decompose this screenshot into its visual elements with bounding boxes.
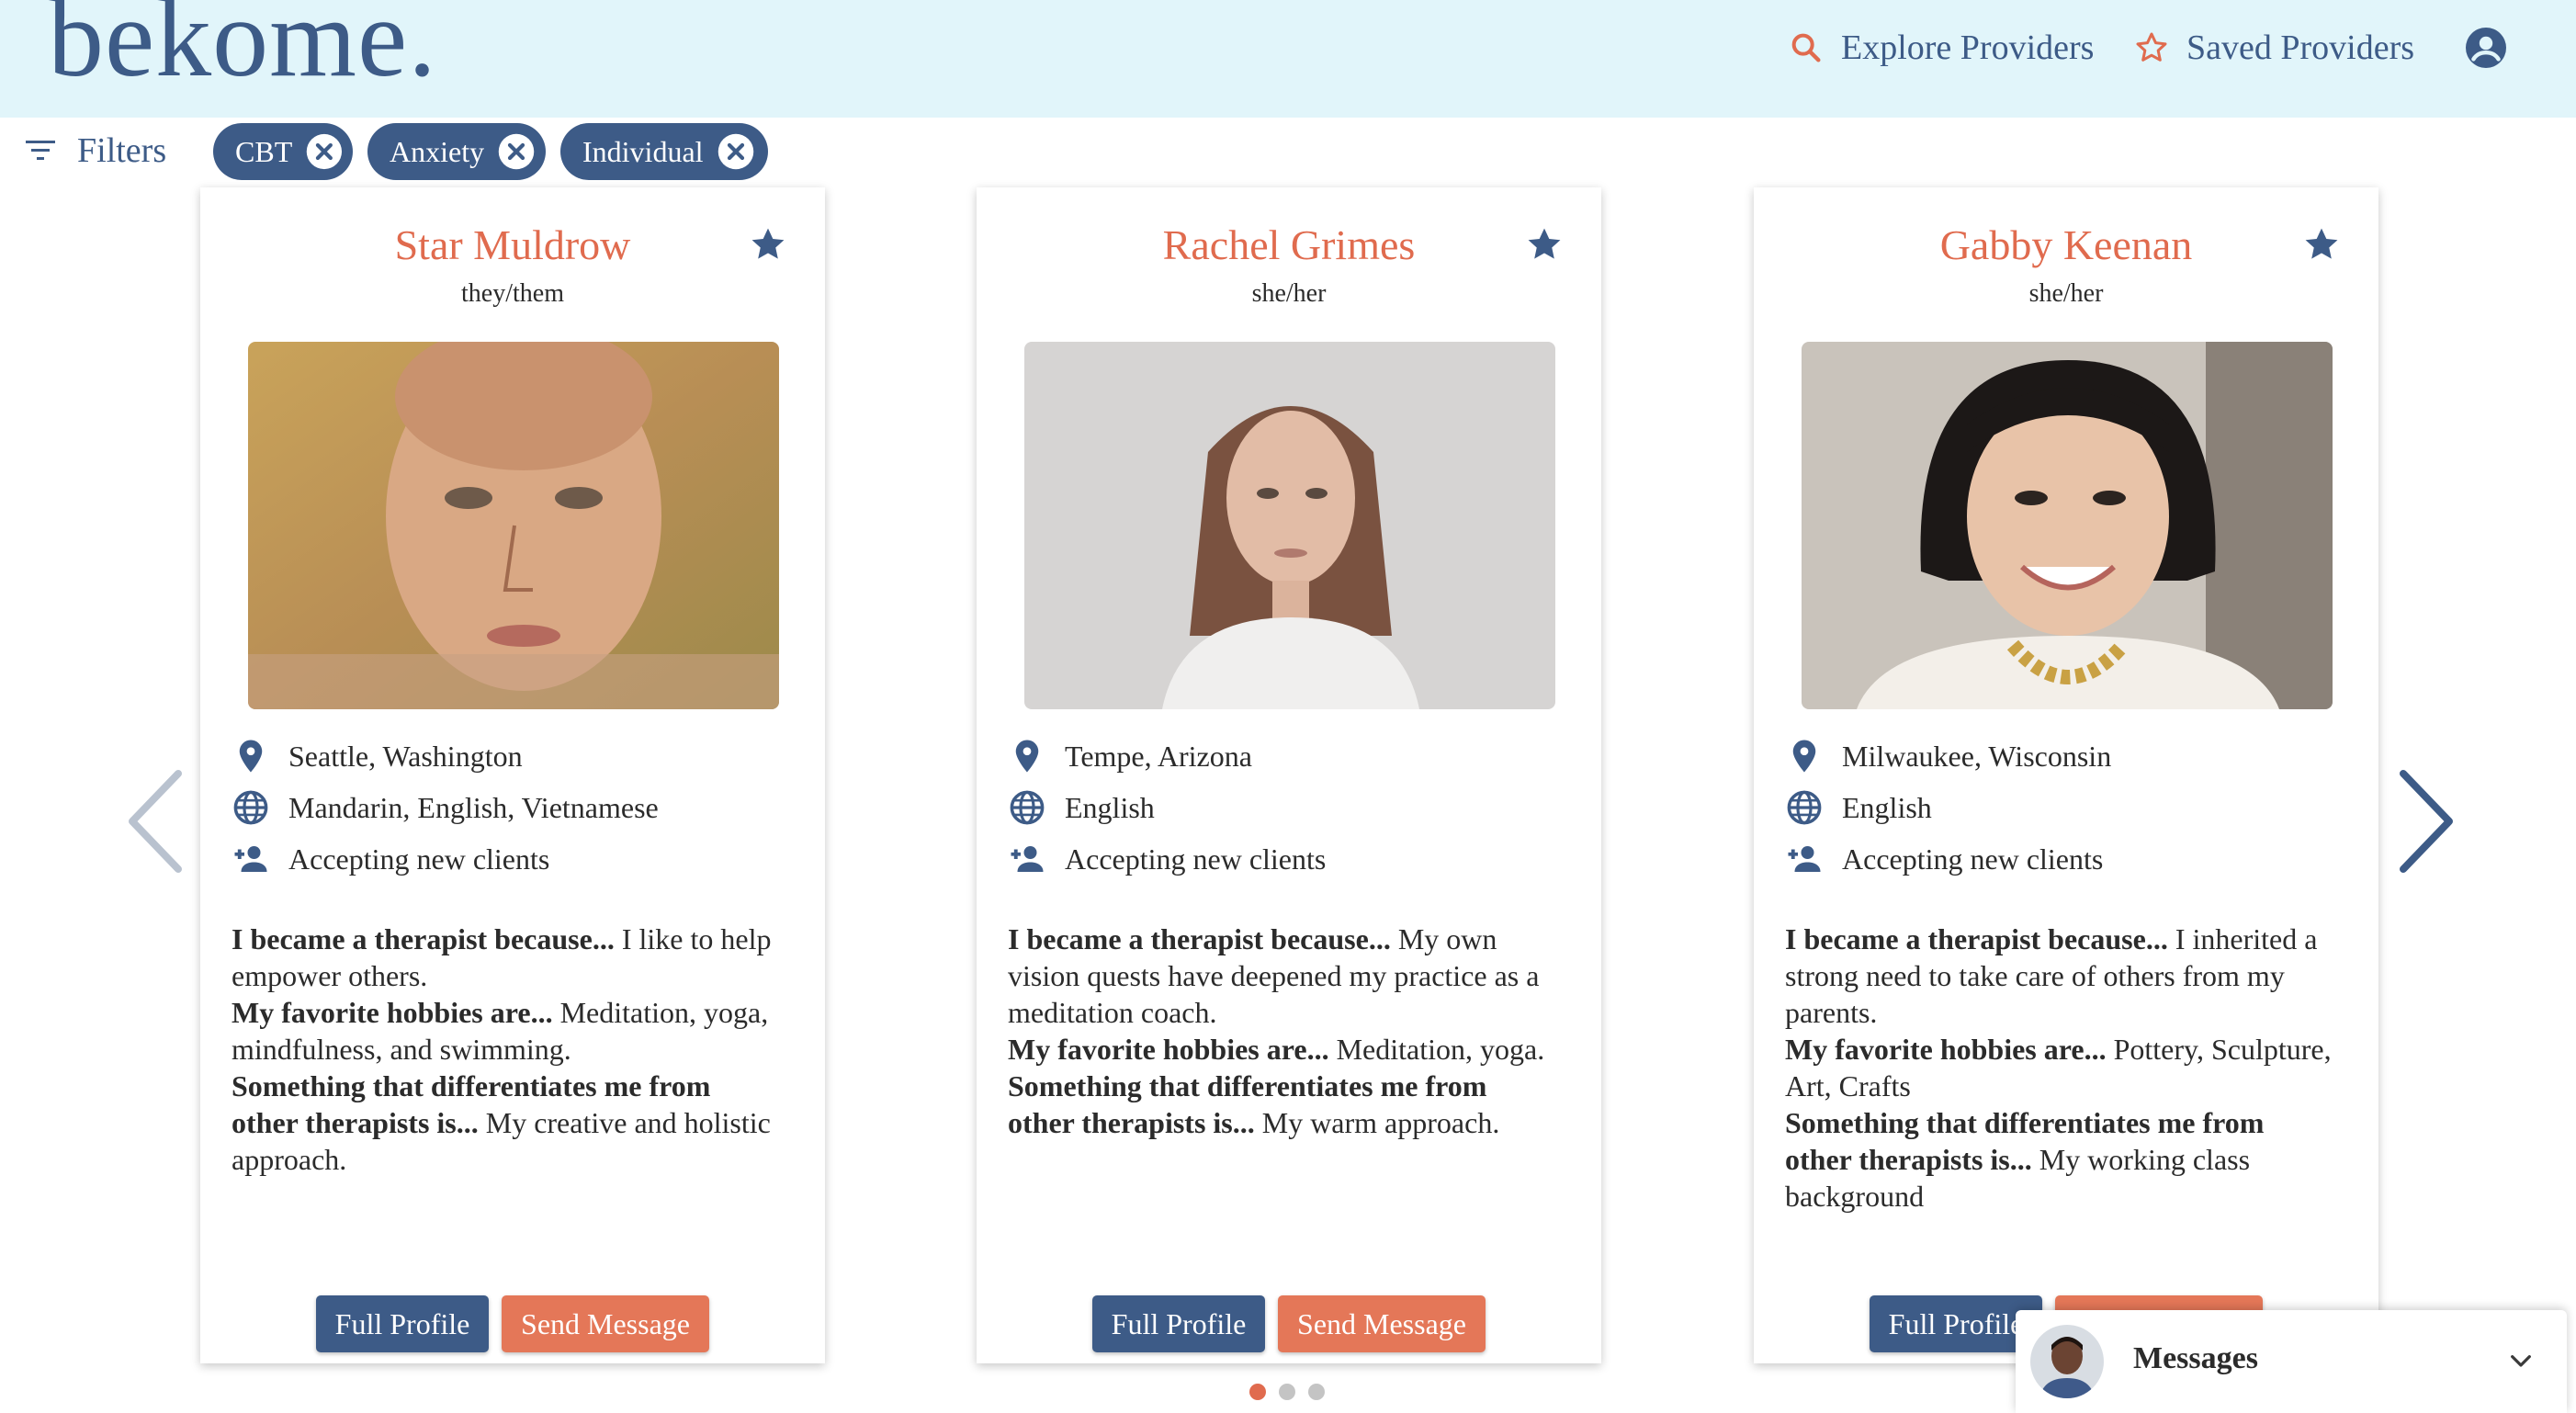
remove-chip-icon[interactable] xyxy=(497,132,536,171)
chip-label: Anxiety xyxy=(390,134,485,168)
avatar xyxy=(2030,1325,2104,1398)
accepting-row: Accepting new clients xyxy=(1785,840,2103,878)
provider-photo xyxy=(1802,342,2333,709)
logo[interactable]: bekome. xyxy=(48,0,437,103)
provider-photo xyxy=(248,342,779,709)
remove-chip-icon[interactable] xyxy=(717,132,755,171)
accepting-text: Accepting new clients xyxy=(288,842,550,876)
globe-icon xyxy=(1010,790,1045,825)
remove-chip-icon[interactable] xyxy=(305,132,344,171)
filter-bar: Filters CBT Anxiety Individual xyxy=(0,118,2576,186)
languages-row: Mandarin, English, Vietnamese xyxy=(232,788,659,827)
bio-question: My favorite hobbies are... xyxy=(1785,1033,2107,1066)
location-pin-icon xyxy=(1015,740,1039,773)
chevron-down-icon[interactable] xyxy=(2506,1347,2536,1376)
bio-answer: Meditation, yoga. xyxy=(1328,1033,1545,1066)
languages-text: English xyxy=(1065,790,1155,824)
search-icon xyxy=(1791,33,1821,62)
provider-name: Gabby Keenan xyxy=(1939,221,2193,268)
bio-question: My favorite hobbies are... xyxy=(1008,1033,1329,1066)
save-star-icon[interactable] xyxy=(748,224,788,265)
filter-chip-cbt: CBT xyxy=(213,123,353,180)
provider-card: Rachel Grimes she/her Tempe, Arizona Eng… xyxy=(977,187,1601,1363)
person-add-icon xyxy=(1011,846,1044,872)
bio-answer: My warm approach. xyxy=(1254,1106,1500,1139)
provider-pronouns: they/them xyxy=(461,279,564,308)
page-dot-1[interactable] xyxy=(1249,1384,1266,1400)
full-profile-button[interactable]: Full Profile xyxy=(1092,1295,1265,1352)
location-pin-icon xyxy=(239,740,263,773)
location-row: Milwaukee, Wisconsin xyxy=(1785,737,2111,775)
languages-row: English xyxy=(1008,788,1155,827)
bio-question: I became a therapist because... xyxy=(232,922,615,955)
carousel-pagination xyxy=(1249,1384,1325,1400)
location-text: Milwaukee, Wisconsin xyxy=(1842,739,2112,773)
globe-icon xyxy=(1787,790,1822,825)
star-outline-icon xyxy=(2136,32,2167,62)
globe-icon xyxy=(233,790,268,825)
location-text: Seattle, Washington xyxy=(288,739,523,773)
filter-chip-individual: Individual xyxy=(560,123,768,180)
accepting-row: Accepting new clients xyxy=(232,840,549,878)
explore-providers-label: Explore Providers xyxy=(1841,28,2095,67)
filters-button[interactable]: Filters xyxy=(26,130,166,171)
bio-question: My favorite hobbies are... xyxy=(232,996,553,1029)
provider-card: Star Muldrow they/them Seattle, Washingt… xyxy=(200,187,825,1363)
location-row: Tempe, Arizona xyxy=(1008,737,1252,775)
provider-card: Gabby Keenan she/her Milwaukee, Wisconsi… xyxy=(1754,187,2378,1363)
filter-chip-anxiety: Anxiety xyxy=(367,123,546,180)
bio-question: I became a therapist because... xyxy=(1785,922,2168,955)
top-bar: bekome. Explore Providers Saved Provider… xyxy=(0,0,2576,118)
messages-title: Messages xyxy=(2133,1341,2258,1375)
languages-row: English xyxy=(1785,788,1932,827)
save-star-icon[interactable] xyxy=(1524,224,1565,265)
next-arrow-icon[interactable] xyxy=(2394,768,2458,875)
account-circle-icon[interactable] xyxy=(2464,26,2508,70)
accepting-row: Accepting new clients xyxy=(1008,840,1326,878)
provider-bio: I became a therapist because... I like t… xyxy=(232,921,783,1178)
provider-bio: I became a therapist because... My own v… xyxy=(1008,921,1559,1141)
send-message-button[interactable]: Send Message xyxy=(502,1295,709,1352)
accepting-text: Accepting new clients xyxy=(1842,842,2104,876)
page-dot-2[interactable] xyxy=(1279,1384,1295,1400)
location-text: Tempe, Arizona xyxy=(1065,739,1252,773)
page-dot-3[interactable] xyxy=(1308,1384,1325,1400)
person-add-icon xyxy=(1788,846,1821,872)
location-row: Seattle, Washington xyxy=(232,737,523,775)
saved-providers-link[interactable]: Saved Providers xyxy=(2133,26,2414,70)
provider-pronouns: she/her xyxy=(2028,279,2104,308)
save-star-icon[interactable] xyxy=(2301,224,2342,265)
filter-list-icon xyxy=(26,141,55,160)
chip-label: CBT xyxy=(235,134,293,168)
location-pin-icon xyxy=(1792,740,1816,773)
chip-label: Individual xyxy=(582,134,704,168)
full-profile-button[interactable]: Full Profile xyxy=(316,1295,489,1352)
person-add-icon xyxy=(234,846,267,872)
send-message-button[interactable]: Send Message xyxy=(1278,1295,1486,1352)
filters-label: Filters xyxy=(77,131,167,170)
provider-name: Rachel Grimes xyxy=(1162,221,1416,268)
provider-photo xyxy=(1024,342,1555,709)
messages-panel[interactable]: Messages xyxy=(2016,1310,2567,1413)
provider-name: Star Muldrow xyxy=(394,221,631,268)
explore-providers-link[interactable]: Explore Providers xyxy=(1788,26,2094,70)
bio-question: I became a therapist because... xyxy=(1008,922,1391,955)
saved-providers-label: Saved Providers xyxy=(2186,28,2415,67)
previous-arrow-icon[interactable] xyxy=(123,768,187,875)
languages-text: English xyxy=(1842,790,1932,824)
accepting-text: Accepting new clients xyxy=(1065,842,1327,876)
languages-text: Mandarin, English, Vietnamese xyxy=(288,790,659,824)
provider-bio: I became a therapist because... I inheri… xyxy=(1785,921,2336,1215)
provider-pronouns: she/her xyxy=(1251,279,1327,308)
